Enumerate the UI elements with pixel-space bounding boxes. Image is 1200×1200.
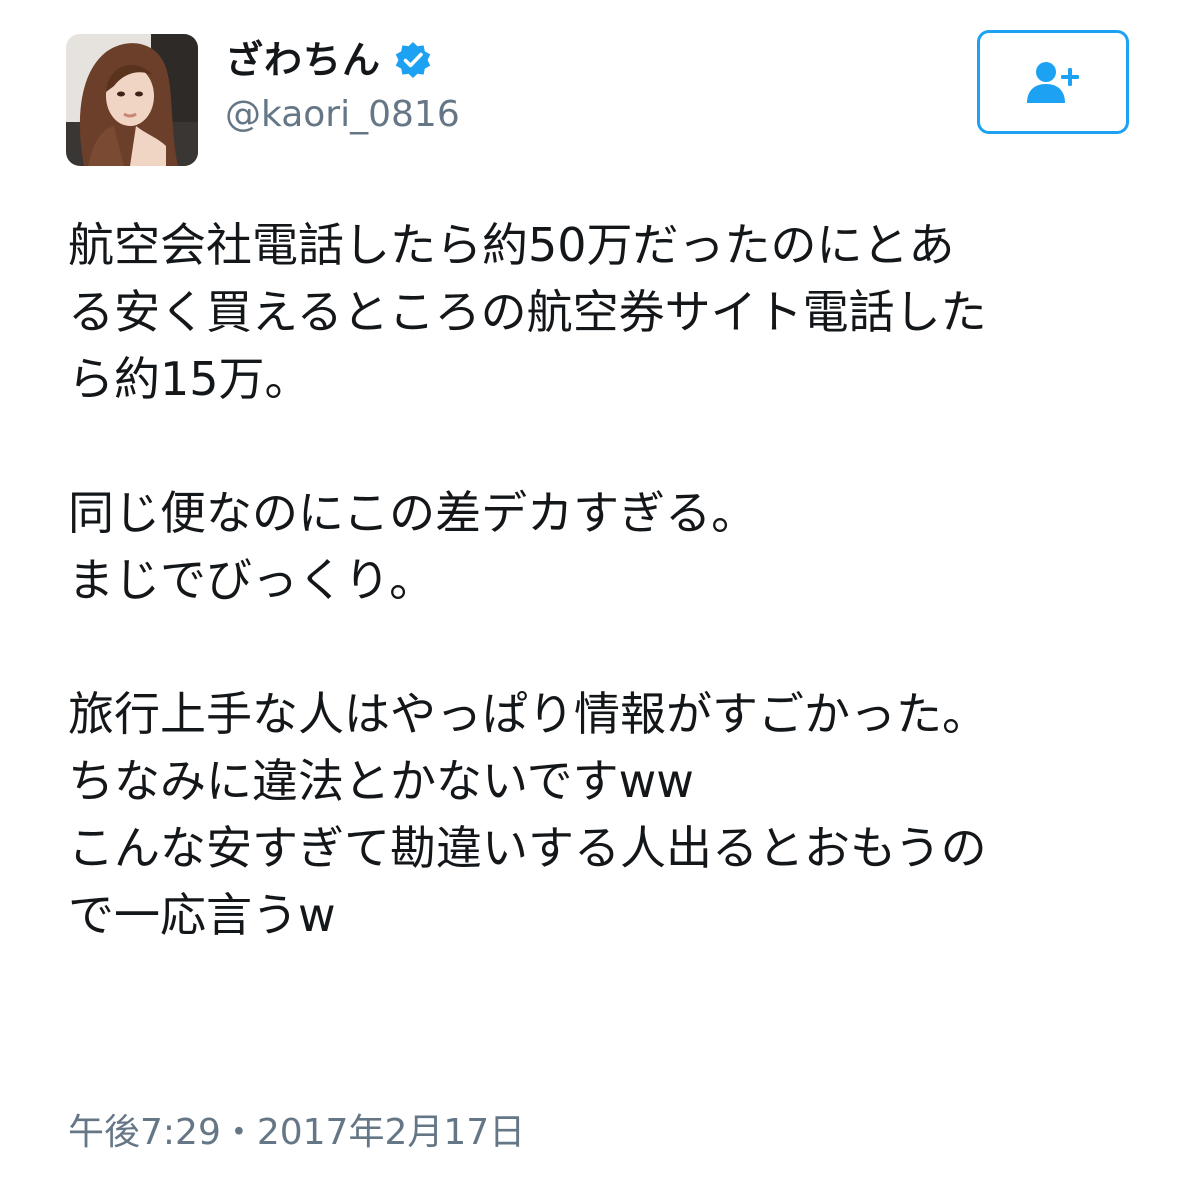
- profile-photo: [66, 34, 198, 166]
- tweet-line: で一応言うw: [68, 888, 336, 942]
- tweet-line: る安く買えるところの航空券サイト電話した: [68, 285, 987, 339]
- add-user-icon: [1027, 62, 1079, 103]
- tweet-line: 同じ便なのにこの差デカすぎる。: [68, 486, 758, 540]
- tweet-timestamp[interactable]: 午後7:29・2017年2月17日: [68, 1108, 525, 1158]
- tweet-line: ちなみに違法とかないですww: [68, 754, 694, 808]
- tweet-line: 航空会社電話したら約50万だったのにとあ: [68, 218, 955, 272]
- verified-badge-icon: [393, 40, 433, 80]
- author-info: ざわちん @kaori_0816: [225, 32, 460, 140]
- tweet-line: まじでびっくり。: [68, 553, 436, 607]
- avatar[interactable]: [66, 34, 198, 166]
- tweet-line: こんな安すぎて勘違いする人出るとおもうの: [68, 821, 987, 875]
- display-name[interactable]: ざわちん: [225, 32, 381, 88]
- tweet-line: ら約15万。: [68, 352, 311, 406]
- name-row: ざわちん: [225, 32, 460, 88]
- tweet-card: ざわちん @kaori_0816 航空会社電話したら約50万だったのにとあ る安…: [0, 0, 1200, 1200]
- tweet-line: 旅行上手な人はやっぱり情報がすごかった。: [68, 687, 988, 741]
- tweet-text: 航空会社電話したら約50万だったのにとあ る安く買えるところの航空券サイト電話し…: [68, 212, 1138, 949]
- user-handle[interactable]: @kaori_0816: [225, 90, 460, 140]
- follow-button[interactable]: [977, 30, 1129, 134]
